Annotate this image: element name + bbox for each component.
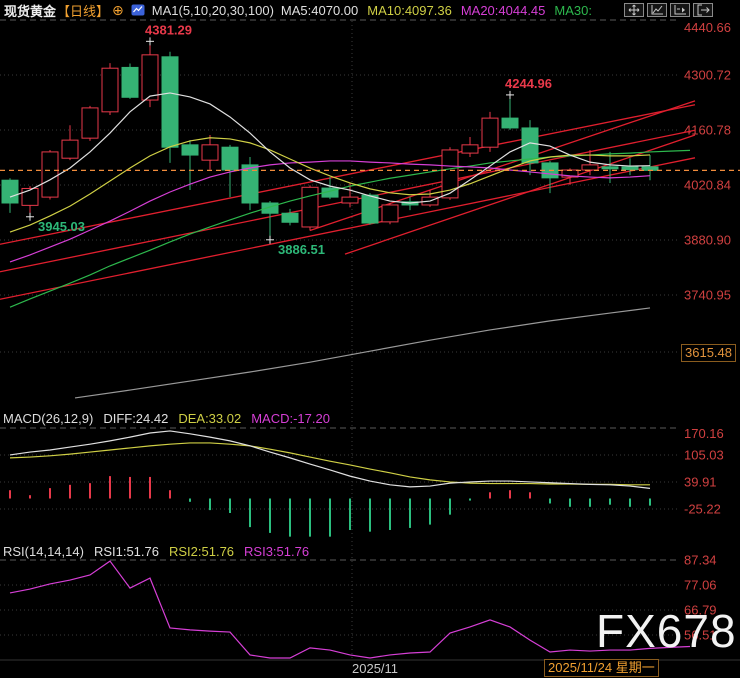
macd-value-item: DIFF:24.42 [103,411,169,426]
macd-diff-line [9,430,651,489]
ma100-line [74,307,651,399]
candle-down [161,56,179,148]
rsi-values: RSI1:51.76 RSI2:51.76 RSI3:51.76 [94,544,309,559]
candle-down [121,66,139,98]
price-annotation: 4381.29 [145,22,192,37]
axis-tick-label: 4300.72 [684,67,731,82]
ma-legend-item: MA20:4044.45 [460,2,546,18]
chart-toolbar [624,3,713,17]
price-annotation: 3886.51 [278,242,325,257]
price-annotation: 3945.03 [38,219,85,234]
axis-tick-label: 4160.78 [684,122,731,137]
candle-down [281,212,299,223]
candle-down [601,166,619,170]
candle-up [101,67,119,113]
symbol-title: 现货黄金 [4,3,57,19]
ma-legend-item: MA5:4070.00 [280,2,359,18]
candle-down [621,166,639,171]
scale-axes-icon[interactable] [647,3,667,17]
axis-tick-label: 3740.95 [684,287,731,302]
period-label[interactable]: 【日线】 [57,1,109,20]
ma-legend-item: MA30: [554,2,592,18]
candle-up [581,164,599,171]
candle-up [81,107,99,139]
candle-down [361,194,379,224]
move-icon[interactable] [624,3,644,17]
candle-up [141,54,159,101]
macd-title: MACD(26,12,9) [3,411,94,426]
price-annotation: 4244.96 [505,76,552,91]
ma-settings-label: MA1(5,10,20,30,100) [151,2,274,18]
rsi-title: RSI(14,14,14) [3,544,84,559]
candle-up [461,144,479,154]
axis-tick-label: 3880.90 [684,232,731,247]
x-axis-date-label: 2025/11/24 星期一 [544,659,659,677]
axis-tick-label: 105.03 [684,447,724,462]
ma-legend: MA5:4070.00 MA10:4097.36 MA20:4044.45 MA30: [281,3,592,18]
rsi-value-item: RSI1:51.76 [93,544,159,559]
axis-tick-label: 170.16 [684,426,724,441]
axis-tick-label: 39.91 [684,474,717,489]
rsi-header: RSI(14,14,14) RSI1:51.76 RSI2:51.76 RSI3:5… [3,544,309,559]
candle-up [41,151,59,198]
ma-legend-item: MA10:4097.36 [367,2,452,18]
chart-type-icon[interactable] [131,4,145,16]
candle-up [21,187,39,206]
candle-up [201,144,219,161]
candle-up [381,204,399,223]
axis-tick-label: 77.06 [684,578,717,593]
macd-value-item: MACD:-17.20 [251,411,330,426]
candle-up [481,117,499,148]
axis-tick-label: -25.22 [684,501,721,516]
rsi-value-item: RSI3:51.76 [244,544,310,559]
rsi-value-item: RSI2:51.76 [168,544,235,559]
watermark: FX678 [596,605,737,657]
candle-up [341,196,359,204]
playback-icon[interactable] [670,3,690,17]
trendline [0,157,696,300]
candle-down [501,117,519,129]
exit-right-icon[interactable] [693,3,713,17]
candle-down [1,179,19,204]
chart-canvas[interactable]: 4440.66 4300.72 4160.78 4020.84 3880.90 3740.… [0,0,740,678]
candle-down [181,144,199,156]
macd-dea-line [9,442,651,486]
macd-value-item: DEA:33.02 [178,411,242,426]
candle-up [301,186,319,228]
macd-header: MACD(26,12,9) DIFF:24.42 DEA:33.02 MACD:-1… [3,411,330,426]
x-axis-month-label: 2025/11 [352,661,399,676]
chart-header: 现货黄金 【日线】 ⊕ MA1(5,10,20,30,100) MA5:4070… [4,1,592,19]
axis-tick-label: 87.34 [684,553,717,568]
candle-up [61,139,79,159]
candle-down [221,146,239,171]
period-toggle-icon[interactable]: ⊕ [112,3,124,17]
macd-values: DIFF:24.42 DEA:33.02 MACD:-17.20 [103,411,330,426]
axis-boxed-price-label: 3615.48 [681,344,736,362]
axis-tick-label: 4440.66 [684,20,731,35]
axis-tick-label: 4020.84 [684,177,731,192]
chart-window: 4440.66 4300.72 4160.78 4020.84 3880.90 3740.… [0,0,740,678]
